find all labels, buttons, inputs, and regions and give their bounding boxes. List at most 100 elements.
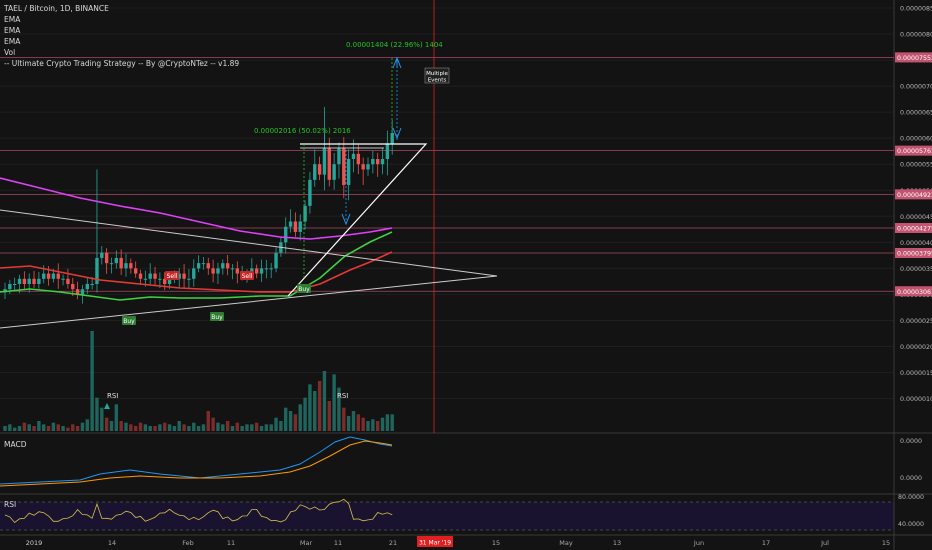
candle-body [153,273,157,279]
candle-body [71,283,75,290]
volume-bar [240,426,244,431]
x-tick-label: 14 [108,539,116,547]
volume-bar [254,422,259,431]
volume-bar [351,411,356,431]
candle-body [356,153,361,165]
candle-body [230,268,235,270]
x-tick-label: 13 [613,539,621,547]
volume-bar [380,417,385,431]
candle-body [109,263,114,265]
volume-bar [201,424,206,431]
volume-bar [109,421,114,431]
symbol-title[interactable]: TAEL / Bitcoin, 1D, BINANCE [4,3,239,14]
volume-bar [12,427,17,431]
y-tick-label: 0.00000450 [900,214,932,221]
highlight-date-label: 31 Mar '19 [419,540,451,547]
volume-bar [138,422,143,431]
rsi-title: RSI [4,500,16,509]
candle-body [206,263,210,269]
volume-bar [177,421,181,431]
volume-bar [245,424,249,431]
candle-body [100,252,104,258]
volume-bar [322,371,327,431]
chart-canvas[interactable]: 0.000008500.000008000.000007500.00000700… [0,0,932,550]
volume-bar [71,424,75,431]
candle-body [211,268,215,274]
rsi-signal-label: RSI [337,392,348,400]
x-tick-label: 17 [762,539,770,547]
volume-bar [327,401,331,431]
candle-body [27,278,31,284]
sell-label: Sell [167,273,178,280]
volume-bar [167,424,172,431]
candle-body [264,268,269,270]
macd-tick-label: 0.0000 [900,438,922,445]
volume-bar [27,424,31,431]
y-tick-label: 0.00000650 [900,110,932,117]
x-tick-label: May [559,539,573,547]
indicator-ema-3[interactable]: EMA [4,36,239,47]
volume-bar [8,424,12,431]
volume-bar [100,407,104,431]
macd-tick-label: 0.0000 [900,475,922,482]
indicator-ema-2[interactable]: EMA [4,25,239,36]
volume-bar [288,411,293,431]
candle-body [90,283,94,285]
volume-bar [371,419,375,431]
volume-bar [143,424,148,431]
volume-bar [158,424,162,431]
y-tick-label: 0.00000700 [900,84,932,91]
volume-bar [119,421,123,431]
candle-body [351,153,356,160]
indicator-vol[interactable]: Vol [4,47,239,58]
indicator-ema-1[interactable]: EMA [4,14,239,25]
strategy-label[interactable]: -- Ultimate Crypto Trading Strategy -- B… [4,58,239,69]
volume-bar [225,421,230,431]
x-tick-label: 11 [227,539,235,547]
events-label: Multiple [426,71,448,77]
volume-bar [42,424,46,431]
candle-body [385,143,390,160]
volume-bar [303,397,307,431]
price-level-label: 0.00005761 [897,148,932,155]
y-tick-label: 0.00000200 [900,344,932,351]
x-tick-label: Feb [182,539,194,547]
candle-body [284,226,288,243]
volume-bar [85,419,89,431]
y-tick-label: 0.00000150 [900,370,932,377]
price-level-label: 0.00003795 [897,251,932,258]
x-tick-label: 21 [389,539,397,547]
candle-body [225,263,230,269]
volume-bar [129,424,133,431]
volume-bar [192,422,196,431]
volume-bar [375,421,380,431]
candle-body [114,257,119,264]
candle-body [148,273,152,279]
candle-body [133,268,138,274]
y-tick-label: 0.00000400 [900,240,932,247]
candle-body [298,221,302,232]
y-tick-label: 0.00000600 [900,136,932,143]
volume-bar [221,424,225,431]
candle-body [216,268,220,274]
volume-bar [95,397,99,431]
candle-body [138,273,143,279]
volume-bar [274,417,278,431]
macd-title: MACD [4,440,27,449]
x-tick-label: 2019 [26,539,43,547]
price-level-label: 0.00004275 [897,226,932,233]
buy-label: Buy [298,286,310,293]
volume-bar [66,427,70,431]
price-level-label: 0.00004921 [897,192,932,199]
candle-body [317,164,322,175]
volume-bar [308,384,312,431]
volume-bar [313,391,317,431]
rsi-tick-label: 80.0000 [898,494,924,501]
volume-bar [124,422,128,431]
y-tick-label: 0.00000850 [900,6,932,13]
measure-label: 0.00001404 (22.96%) 1404 [346,41,443,49]
y-tick-label: 0.00000350 [900,266,932,273]
volume-bar [133,426,138,431]
candle-body [12,283,17,285]
price-level-label: 0.00003061 [897,289,932,296]
